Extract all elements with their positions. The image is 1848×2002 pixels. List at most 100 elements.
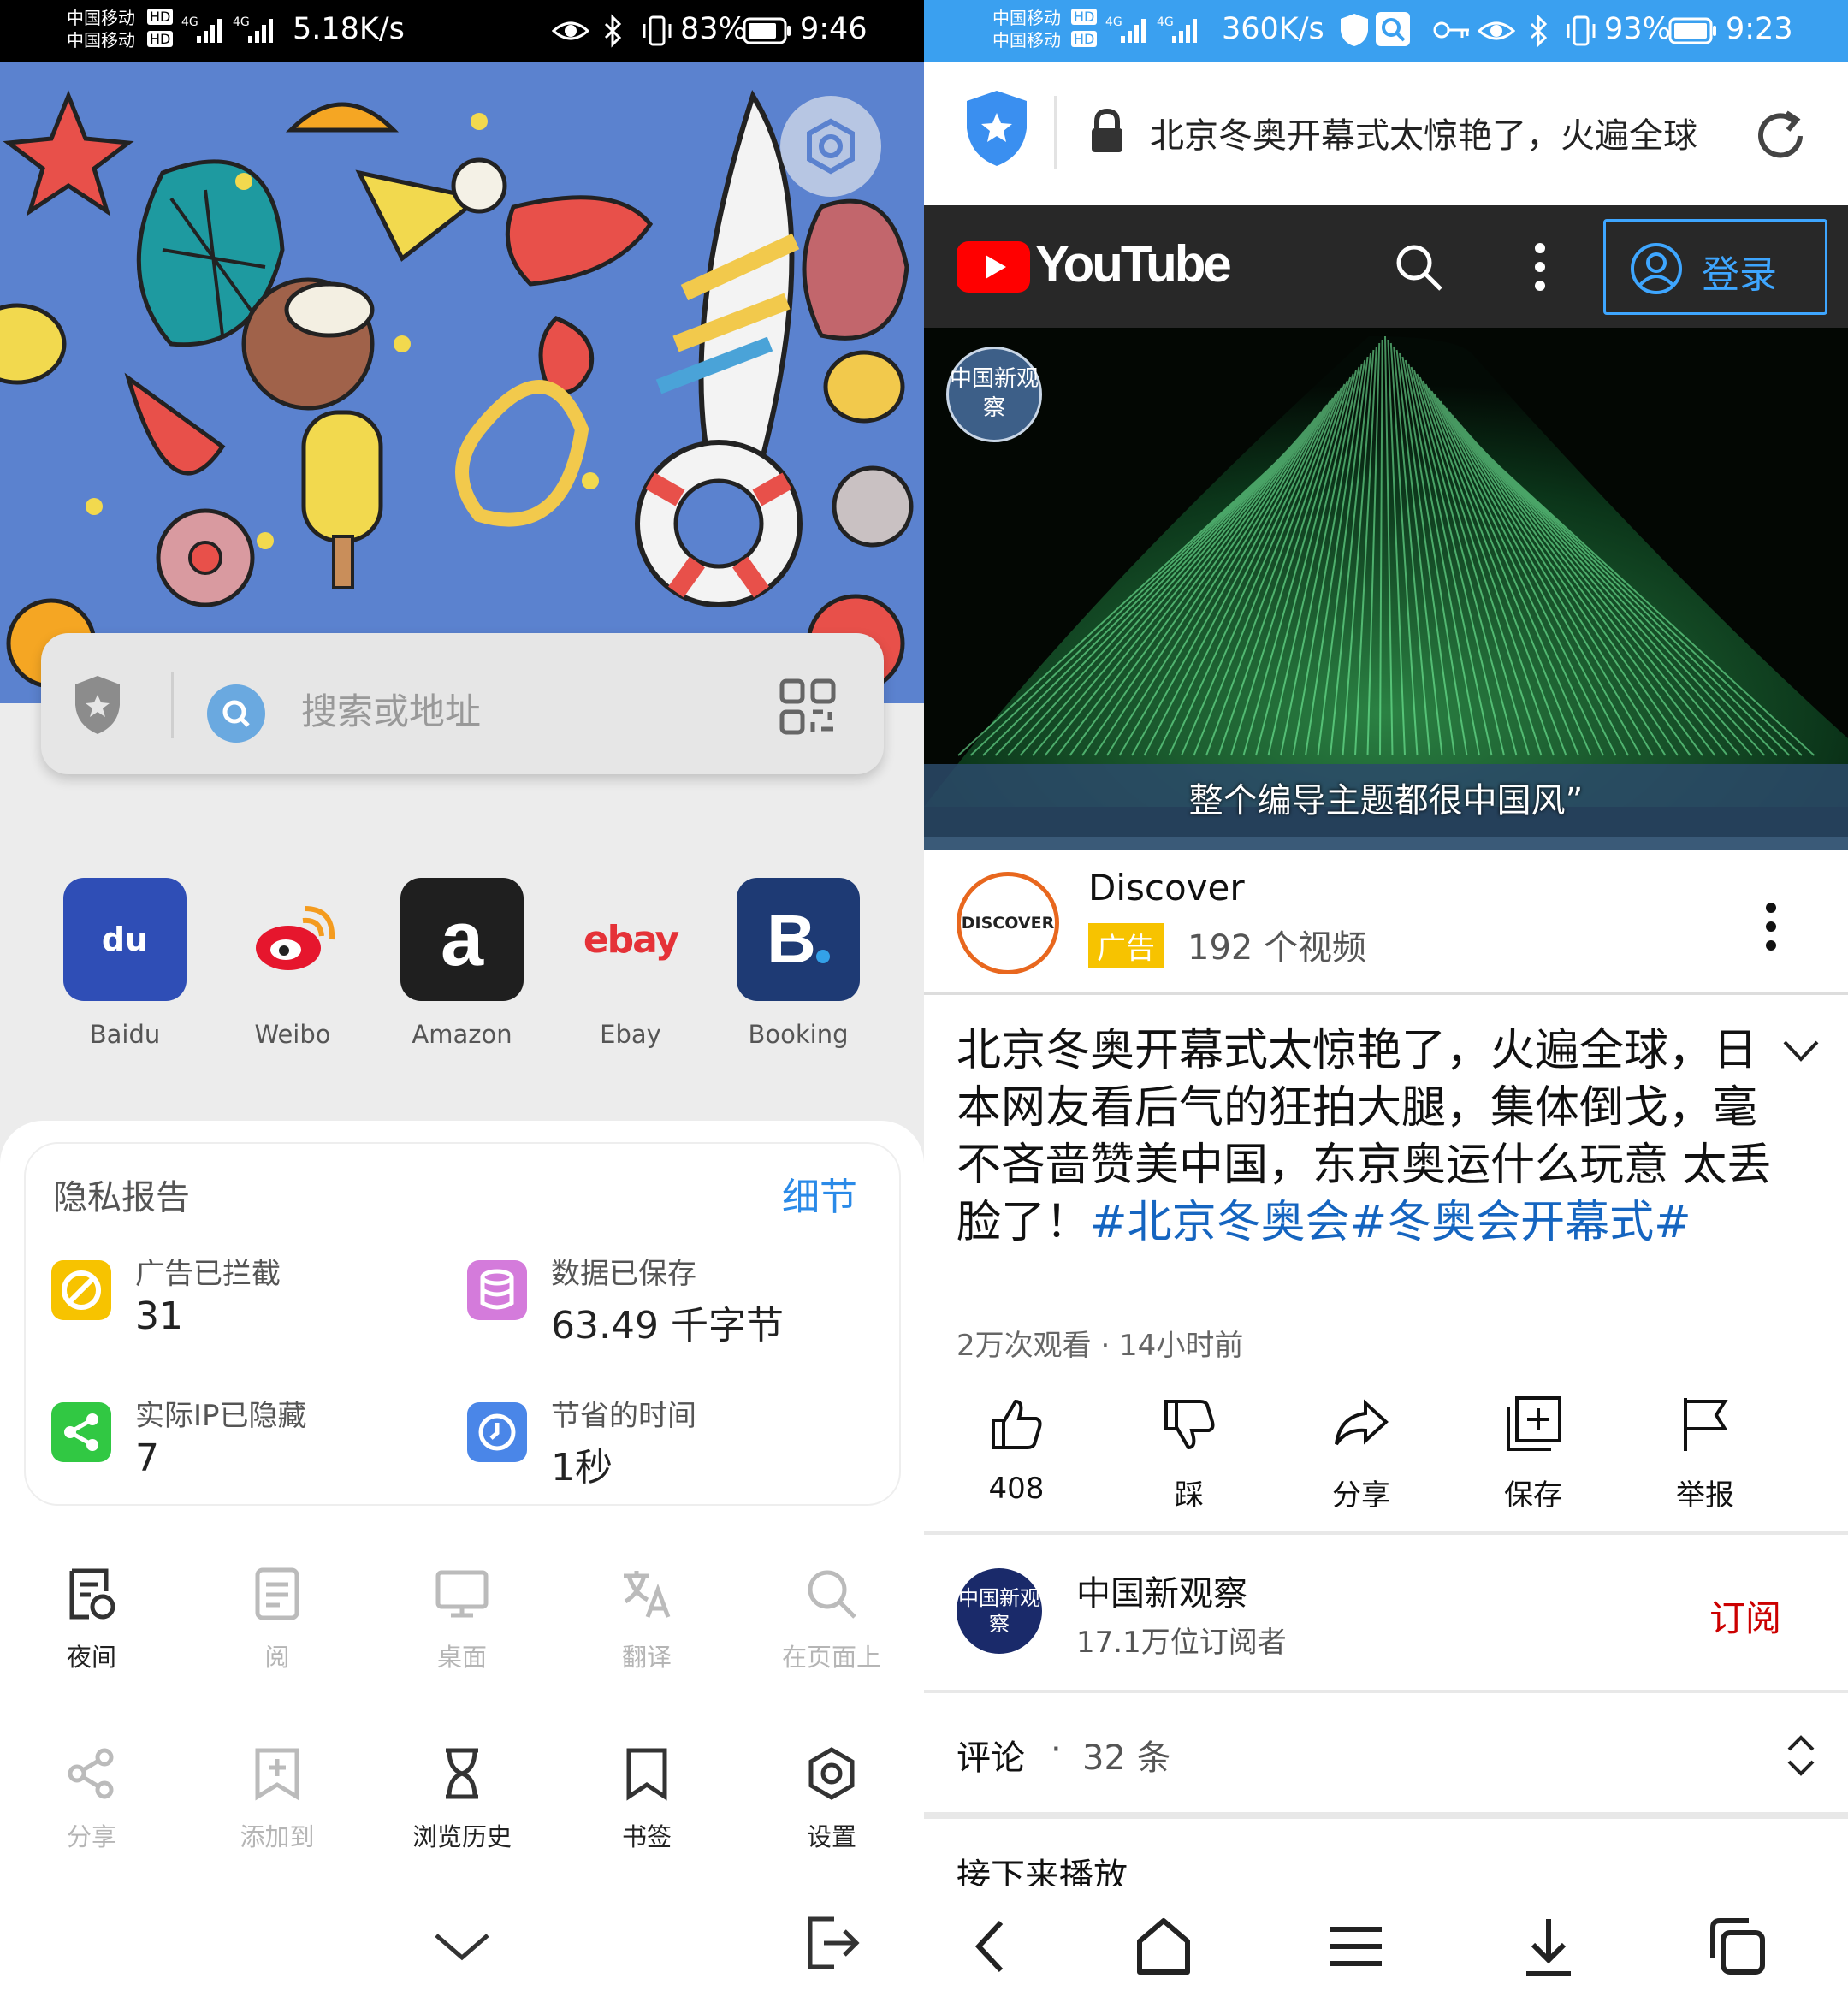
shield-icon[interactable] [74,674,121,736]
url-field[interactable]: 北京冬奥开幕式太惊艳了，火遍全球 [1150,108,1783,159]
report-button[interactable]: 举报 [1645,1395,1765,1513]
divider [1054,96,1057,169]
shortcut-ebay[interactable]: ebay Ebay [562,873,699,1050]
ad-channel-name: Discover [1088,867,1245,909]
shortcut-label: Amazon [412,1020,512,1049]
signal-icon [1170,15,1199,44]
search-input[interactable]: 搜索或地址 [301,683,481,735]
menu-label: 在页面上 [781,1643,881,1672]
weibo-icon [231,878,354,1001]
report-flag-icon [1675,1395,1735,1454]
report-label: 举报 [1676,1478,1734,1513]
expand-chevron-icon[interactable] [1780,1035,1822,1066]
expand-collapse-icon[interactable] [1784,1732,1818,1779]
stat-value: 31 [135,1294,183,1338]
menu-bookmarks[interactable]: 书签 [574,1745,720,1853]
stat-label: 数据已保存 [551,1257,696,1291]
search-app-icon [1376,12,1410,46]
youtube-logo-icon[interactable] [957,241,1030,293]
shortcut-weibo[interactable]: Weibo [224,873,361,1049]
stat-value: 63.49 千字节 [551,1304,784,1348]
carrier-label: 中国移动 [992,8,1061,28]
stat-label: 广告已拦截 [135,1257,281,1291]
night-mode-icon [63,1566,120,1622]
shortcut-booking[interactable]: B Booking [730,873,867,1049]
menu-history[interactable]: 浏览历史 [389,1745,535,1853]
back-icon[interactable] [958,1912,1027,1981]
more-vert-icon[interactable] [1762,899,1780,954]
search-icon[interactable] [1393,241,1444,293]
menu-add-to[interactable]: 添加到 [204,1745,350,1853]
menu-settings[interactable]: 设置 [759,1745,904,1853]
browser-home-panel: 中国移动 中国移动 HD HD 4G 4G 5.18K/s 83% 9:46 搜… [0,0,924,2002]
save-button[interactable]: 保存 [1473,1395,1593,1513]
battery-percent: 83% [680,12,747,46]
lock-icon [1088,108,1126,154]
qr-scan-icon[interactable] [777,676,838,737]
subscribe-button[interactable]: 订阅 [1709,1590,1781,1642]
privacy-details-link[interactable]: 细节 [782,1166,857,1221]
share-icon [63,1745,120,1802]
menu-reader[interactable]: 阅 [204,1566,350,1673]
carrier-label: 中国移动 [67,30,135,50]
vibrate-icon [1564,14,1598,48]
search-bar[interactable]: 搜索或地址 [41,633,884,774]
dislike-button[interactable]: 踩 [1129,1395,1249,1513]
privacy-report-title: 隐私报告 [53,1178,190,1217]
exit-icon[interactable] [800,1912,862,1974]
menu-night-mode[interactable]: 夜间 [19,1566,164,1673]
menu-desktop[interactable]: 桌面 [389,1566,535,1673]
collapse-menu-chevron-icon[interactable] [429,1925,495,1968]
battery-icon [1668,17,1718,44]
download-icon[interactable] [1514,1912,1583,1981]
shield-icon[interactable] [965,89,1028,168]
eye-icon [552,15,589,46]
youtube-wordmark: YouTube [1035,235,1232,293]
channel-name[interactable]: 中国新观察 [1076,1566,1247,1615]
menu-share[interactable]: 分享 [19,1745,164,1853]
sign-in-label: 登录 [1702,253,1777,297]
shortcut-amazon[interactable]: a Amazon [394,873,530,1049]
share-button[interactable]: 分享 [1301,1395,1421,1513]
hd-badge: HD [147,31,174,47]
divider [924,1690,1848,1693]
menu-label: 夜间 [66,1643,116,1672]
like-button[interactable]: 408 [957,1395,1076,1506]
sign-in-button[interactable]: 登录 [1603,219,1827,315]
desktop-icon [434,1566,490,1622]
menu-translate[interactable]: 翻译 [574,1566,720,1673]
booking-icon: B [737,878,860,1001]
discover-logo: DISCOVER [957,872,1059,974]
menu-label: 桌面 [436,1643,487,1672]
title-hashtags[interactable]: #北京冬奥会#冬奥会开幕式# [1090,1197,1691,1248]
menu-find-in-page[interactable]: 在页面上 [759,1566,904,1673]
stat-value: 7 [135,1436,159,1480]
dislike-label: 踩 [1175,1478,1204,1513]
battery-percent: 93% [1604,12,1671,46]
video-player[interactable]: 中国新观察 整个编导主题都很中国风” [924,328,1848,850]
ad-channel-row[interactable]: DISCOVER Discover 广告 192 个视频 [924,850,1848,995]
address-bar: 北京冬奥开幕式太惊艳了，火遍全球 [924,62,1848,205]
settings-icon [803,1745,860,1802]
account-icon [1630,242,1683,295]
shortcut-baidu[interactable]: du Baidu [56,873,193,1049]
shortcut-label: Ebay [600,1020,661,1049]
more-vert-icon[interactable] [1531,240,1549,294]
video-frame [924,328,1848,850]
clock-icon [467,1402,527,1462]
home-icon[interactable] [1129,1912,1198,1981]
wallpaper-settings-button[interactable] [780,96,881,197]
channel-avatar[interactable]: 中国新观察 [957,1568,1042,1654]
video-meta: 2万次观看 · 14小时前 [957,1329,1244,1363]
comments-label[interactable]: 评论 [957,1730,1025,1780]
tabs-icon[interactable] [1703,1912,1771,1981]
dislike-icon [1159,1395,1219,1454]
signal-icon [1119,15,1148,44]
menu-icon[interactable] [1322,1912,1390,1981]
reload-icon[interactable] [1750,106,1810,166]
network-speed: 5.18K/s [293,12,405,46]
hd-badge: HD [1071,9,1098,25]
video-title[interactable]: 北京冬奥开幕式太惊艳了，火遍全球，日本网友看后气的狂拍大腿，集体倒戈，毫不吝啬赞… [957,1022,1778,1252]
subscriber-count: 17.1万位订阅者 [1076,1626,1287,1660]
hd-badge: HD [147,9,174,25]
